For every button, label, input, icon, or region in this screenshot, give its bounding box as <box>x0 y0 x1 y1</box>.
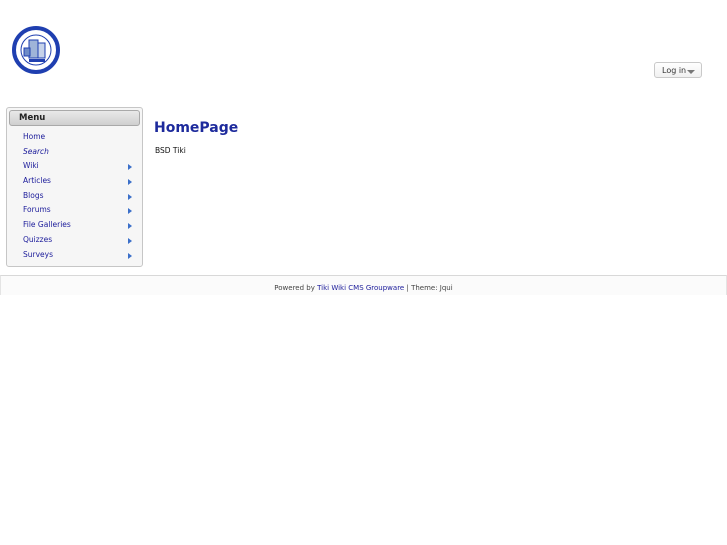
logo-graphic <box>12 26 60 74</box>
menu-item-search[interactable]: Search <box>7 145 142 160</box>
menu-module: Menu Home Search Wiki Articles Blogs For… <box>6 107 143 267</box>
menu-item-label: Wiki <box>23 161 39 171</box>
page-content: BSD Tiki <box>155 146 186 155</box>
menu-item-wiki[interactable]: Wiki <box>7 159 142 174</box>
footer-powered-text: Powered by <box>274 284 315 292</box>
menu-list: Home Search Wiki Articles Blogs Forums F… <box>7 130 142 262</box>
login-button[interactable]: Log in <box>654 62 702 78</box>
menu-item-surveys[interactable]: Surveys <box>7 248 142 263</box>
menu-item-label: Blogs <box>23 190 44 200</box>
submenu-arrow-icon <box>128 208 132 215</box>
menu-item-label: File Galleries <box>23 220 71 230</box>
menu-item-articles[interactable]: Articles <box>7 174 142 189</box>
submenu-arrow-icon <box>128 193 132 200</box>
footer-separator: | <box>406 284 409 292</box>
menu-title: Menu <box>9 110 140 126</box>
chevron-down-icon <box>687 70 695 74</box>
menu-item-home[interactable]: Home <box>7 130 142 145</box>
menu-item-file-galleries[interactable]: File Galleries <box>7 218 142 233</box>
menu-item-label: Articles <box>23 176 51 186</box>
menu-item-forums[interactable]: Forums <box>7 203 142 218</box>
submenu-arrow-icon <box>128 179 132 186</box>
submenu-arrow-icon <box>128 252 132 259</box>
menu-item-label: Surveys <box>23 249 53 259</box>
menu-item-label: Quizzes <box>23 234 53 244</box>
menu-item-quizzes[interactable]: Quizzes <box>7 233 142 248</box>
menu-item-label: Home <box>23 132 46 141</box>
footer: Powered by Tiki Wiki CMS Groupware | The… <box>0 275 727 295</box>
submenu-arrow-icon <box>128 223 132 230</box>
page-title: HomePage <box>154 120 239 136</box>
submenu-arrow-icon <box>128 164 132 171</box>
footer-theme-text: Theme: Jqui <box>411 284 453 292</box>
menu-item-blogs[interactable]: Blogs <box>7 189 142 204</box>
menu-item-label: Forums <box>23 205 51 215</box>
login-label: Log in <box>662 66 687 75</box>
menu-item-label: Search <box>23 146 49 156</box>
site-logo[interactable] <box>9 24 63 76</box>
submenu-arrow-icon <box>128 237 132 244</box>
tiki-link[interactable]: Tiki Wiki CMS Groupware <box>317 284 404 292</box>
